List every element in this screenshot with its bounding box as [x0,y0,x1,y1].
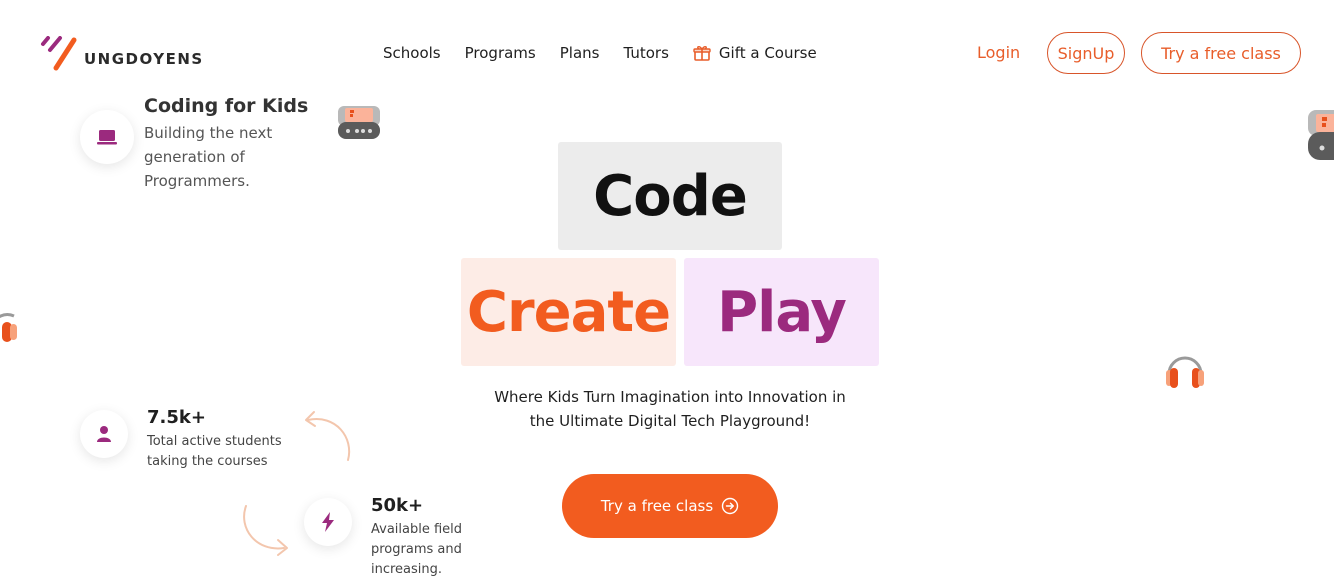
game-console-edge-icon [1308,110,1334,160]
word-block-play: Play [684,258,879,366]
feature-icon-circle [80,110,134,164]
stat-icon-circle [304,498,352,546]
logo-text: UNGDOYENS [84,50,204,68]
logo-mark-icon [41,36,77,71]
stat-desc-line: increasing. [371,562,443,577]
login-link[interactable]: Login [977,43,1020,62]
stat-icon-circle [80,410,128,458]
stat-desc-line: Available field [371,522,463,537]
feature-description: Building the next generation of Programm… [144,121,314,193]
nav-item-plans[interactable]: Plans [560,44,600,62]
try-free-class-cta-button[interactable]: Try a free class [562,474,778,538]
hero-tagline: Where Kids Turn Imagination into Innovat… [460,385,880,433]
feature-desc-line: Programmers. [144,172,250,190]
try-free-class-header-button[interactable]: Try a free class [1141,32,1301,74]
stat-desc-line: Total active students [147,434,282,449]
stat-students-value: 7.5k+ [147,407,206,428]
user-icon [97,426,111,442]
feature-desc-line: generation of [144,148,245,166]
stat-desc-line: programs and [371,542,462,557]
gift-course-label: Gift a Course [718,44,817,62]
feature-desc-line: Building the next [144,124,273,142]
cta-label: Try a free class [600,497,714,515]
tagline-line: the Ultimate Digital Tech Playground! [529,412,811,430]
stat-programs-description: Available field programs and increasing. [371,520,462,580]
signup-button[interactable]: SignUp [1047,32,1125,74]
word-code: Code [593,163,748,229]
arrow-circle-right-icon [721,497,739,515]
tagline-line: Where Kids Turn Imagination into Innovat… [494,388,846,406]
stat-desc-line: taking the courses [147,454,268,469]
curved-arrow-icon [243,505,288,556]
main-nav: Schools Programs Plans Tutors Gift a Cou… [383,44,817,62]
word-block-code: Code [558,142,782,250]
stat-programs-value: 50k+ [371,495,424,516]
nav-item-gift-course[interactable]: Gift a Course [693,44,817,62]
nav-item-tutors[interactable]: Tutors [623,44,668,62]
lightning-icon [322,512,334,532]
stat-students-description: Total active students taking the courses [147,432,282,472]
word-play: Play [717,279,847,345]
game-console-icon [338,106,380,139]
curved-arrow-icon [305,411,351,461]
laptop-icon [97,130,117,145]
gift-icon [693,46,711,61]
feature-title: Coding for Kids [144,95,309,117]
headphones-icon [1166,356,1204,388]
word-create: Create [466,279,671,345]
nav-item-programs[interactable]: Programs [465,44,536,62]
word-block-create: Create [461,258,676,366]
brand-logo[interactable]: UNGDOYENS [40,34,250,74]
headphones-edge-icon [0,313,17,342]
nav-item-schools[interactable]: Schools [383,44,441,62]
